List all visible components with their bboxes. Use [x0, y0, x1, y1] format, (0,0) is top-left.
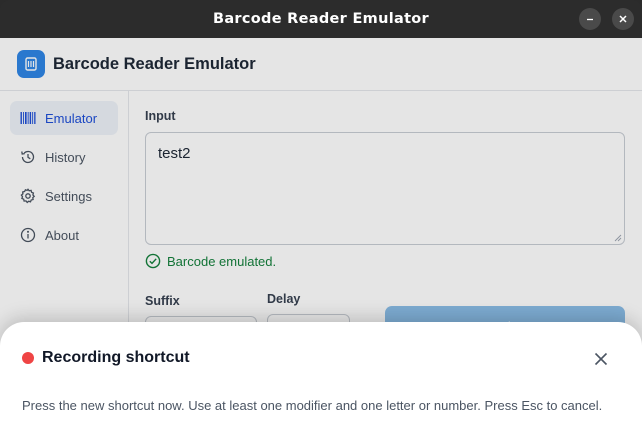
sheet-message: Press the new shortcut now. Use at least… — [22, 398, 603, 413]
sheet-close-button[interactable] — [591, 349, 611, 369]
recording-shortcut-sheet: Recording shortcut Press the new shortcu… — [0, 322, 642, 444]
sheet-title: Recording shortcut — [22, 349, 190, 367]
close-icon — [594, 352, 608, 366]
recording-dot-icon — [22, 352, 34, 364]
minimize-icon — [587, 18, 593, 21]
minimize-button[interactable] — [579, 8, 601, 30]
close-icon — [619, 15, 627, 23]
close-window-button[interactable] — [612, 8, 634, 30]
window-title: Barcode Reader Emulator — [212, 11, 430, 27]
sheet-title-text: Recording shortcut — [42, 349, 190, 366]
window-titlebar: Barcode Reader Emulator — [0, 0, 642, 38]
